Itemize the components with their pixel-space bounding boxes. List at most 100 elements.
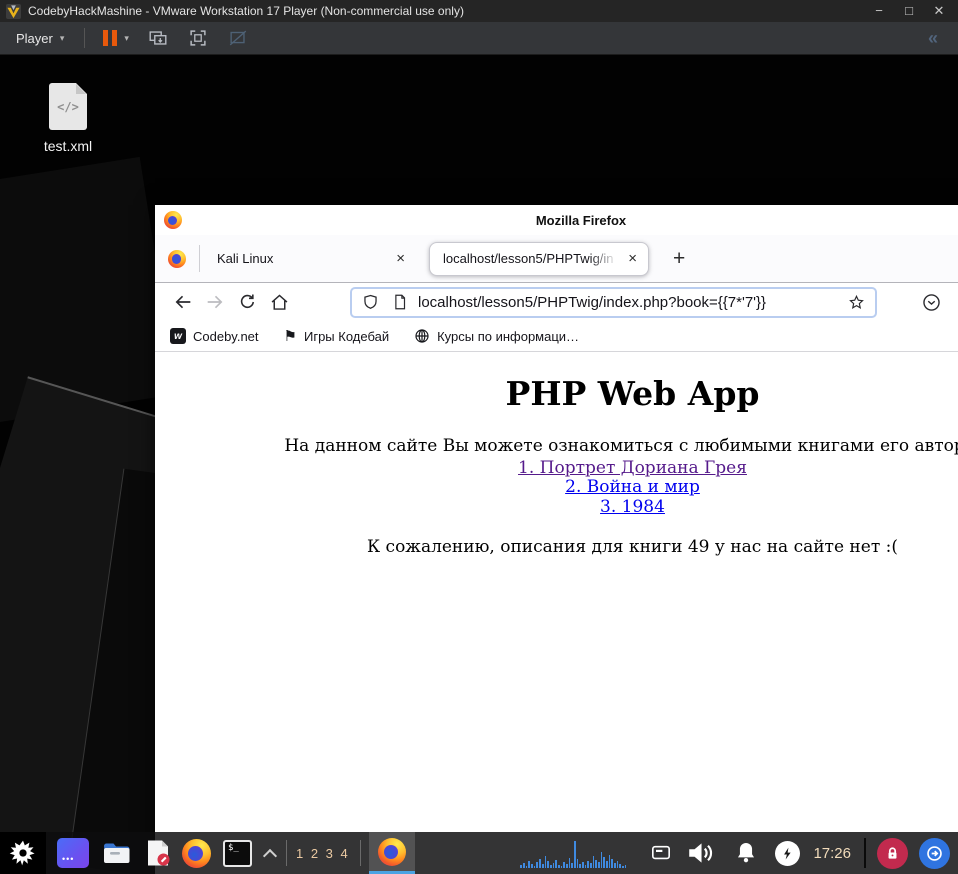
page-title: PHP Web App	[505, 374, 760, 413]
app-drawer-button[interactable]: •••	[57, 838, 89, 868]
chevron-down-icon: ▾	[59, 32, 65, 43]
forward-icon	[207, 295, 223, 309]
codeby-icon: w	[170, 328, 186, 344]
pause-vm-button[interactable]: ▾	[103, 30, 129, 46]
taskbar: ••• $_ 1 2 3 4 17:26	[0, 832, 958, 874]
unity-disabled-icon	[229, 30, 247, 46]
book-link[interactable]: 3. 1984	[155, 497, 958, 518]
player-menu[interactable]: Player ▾	[10, 28, 70, 49]
chevron-up-icon[interactable]	[264, 847, 276, 859]
ctrl-alt-del-button[interactable]	[147, 27, 169, 49]
graph-bar	[624, 865, 627, 868]
home-button[interactable]	[263, 287, 295, 317]
graph-bar	[587, 861, 589, 868]
graph-bar	[611, 859, 613, 868]
firefox-titlebar[interactable]: Mozilla Firefox	[155, 205, 958, 235]
bookmark-igry-codebay[interactable]: ⚑ Игры Кодебай	[284, 329, 390, 344]
lock-icon	[888, 846, 897, 859]
player-menu-label: Player	[16, 30, 53, 46]
home-icon	[271, 294, 287, 310]
collapse-toolbar-icon[interactable]: «	[928, 28, 938, 49]
volume-tray-button[interactable]	[686, 839, 716, 867]
new-tab-button[interactable]: +	[665, 247, 693, 271]
bookmark-star-icon[interactable]	[847, 293, 866, 312]
graph-bar	[565, 864, 568, 868]
pause-dropdown-icon[interactable]: ▾	[124, 33, 129, 44]
flag-icon: ⚑	[283, 327, 297, 345]
firefox-launcher-button[interactable]	[182, 838, 211, 868]
tab-kali-linux[interactable]: Kali Linux ×	[200, 242, 418, 276]
notifications-tray-button[interactable]	[733, 840, 759, 866]
bell-icon	[738, 843, 755, 863]
vmware-logo-icon	[6, 3, 21, 19]
graph-bar	[539, 859, 541, 868]
desktop: </> test.xml Mozilla Firefox Kali Linux …	[0, 55, 958, 874]
firefox-logo-icon	[168, 249, 186, 268]
workspace-switcher[interactable]: 1 2 3 4	[296, 846, 350, 861]
page-content: PHP Web App На данном сайте Вы можете оз…	[155, 352, 958, 874]
bookmark-label: Игры Кодебай	[303, 328, 390, 344]
url-input[interactable]: localhost/lesson5/PHPTwig/index.php?book…	[418, 294, 847, 311]
logout-button[interactable]	[919, 837, 950, 869]
bolt-icon	[784, 847, 792, 859]
graph-bar	[547, 861, 549, 868]
pocket-icon	[923, 293, 940, 311]
graph-bar	[592, 856, 595, 868]
fullscreen-button[interactable]	[187, 27, 209, 49]
bookmark-label: Codeby.net	[193, 328, 259, 344]
page-info-icon[interactable]	[391, 293, 409, 311]
close-button[interactable]: ✕	[924, 0, 954, 22]
vmware-window-title: CodebyHackMashine - VMware Workstation 1…	[28, 4, 464, 18]
desktop-file-testxml[interactable]: </> test.xml	[22, 83, 114, 154]
firefox-icon	[377, 837, 406, 866]
applications-menu-button[interactable]	[0, 832, 46, 874]
kali-menu-icon	[9, 840, 35, 866]
book-link[interactable]: 2. Война и мир	[155, 477, 958, 498]
graph-bar	[533, 866, 536, 868]
graph-bar	[541, 864, 544, 868]
tab-close-icon[interactable]: ×	[621, 250, 644, 267]
lock-screen-button[interactable]	[877, 837, 908, 869]
bookmark-kursy[interactable]: Курсы по информаци…	[414, 328, 579, 344]
bookmark-codeby[interactable]: w Codeby.net	[170, 328, 259, 344]
tab-close-icon[interactable]: ×	[389, 250, 412, 267]
graph-bar	[525, 866, 528, 868]
drawer-dots-icon: •••	[62, 854, 75, 864]
xml-file-icon: </>	[49, 83, 87, 130]
tab-label: Kali Linux	[217, 251, 274, 266]
minimize-button[interactable]: −	[864, 0, 894, 22]
graph-bar	[608, 855, 611, 868]
reload-button[interactable]	[231, 287, 263, 317]
pocket-button[interactable]	[921, 292, 942, 313]
shield-icon[interactable]	[361, 293, 380, 312]
graph-bar	[621, 866, 624, 868]
maximize-button[interactable]: □	[894, 0, 924, 22]
power-manager-button[interactable]	[775, 840, 801, 866]
reload-icon	[240, 294, 255, 308]
book-link[interactable]: 1. Портрет Дориана Грея	[155, 458, 958, 479]
url-bar[interactable]: localhost/lesson5/PHPTwig/index.php?book…	[350, 286, 877, 318]
clock[interactable]: 17:26	[813, 845, 851, 862]
graph-bar	[552, 863, 555, 868]
desktop-file-label: test.xml	[43, 138, 93, 154]
graph-bar	[619, 864, 621, 868]
bookmark-label: Курсы по информаци…	[437, 328, 580, 344]
unity-mode-button	[227, 27, 249, 49]
screen: CodebyHackMashine - VMware Workstation 1…	[0, 0, 958, 874]
tab-localhost-active[interactable]: localhost/lesson5/PHPTwig/in ×	[429, 241, 649, 276]
terminal-button[interactable]: $_	[223, 839, 252, 867]
network-monitor-graph[interactable]	[520, 838, 627, 868]
firefox-window-button[interactable]	[368, 832, 415, 874]
back-button[interactable]	[167, 287, 199, 317]
text-editor-icon	[148, 840, 170, 866]
graph-bar	[616, 861, 619, 868]
text-editor-button[interactable]	[145, 839, 171, 867]
firefox-window: Mozilla Firefox Kali Linux × localhost/l…	[155, 205, 958, 874]
file-manager-button[interactable]	[102, 840, 132, 866]
graph-bar	[563, 862, 565, 868]
display-tray-button[interactable]	[650, 843, 672, 863]
graph-bar	[605, 861, 608, 868]
toolbar-divider	[84, 28, 86, 48]
graph-bar	[549, 865, 552, 868]
tray-divider	[864, 838, 866, 868]
